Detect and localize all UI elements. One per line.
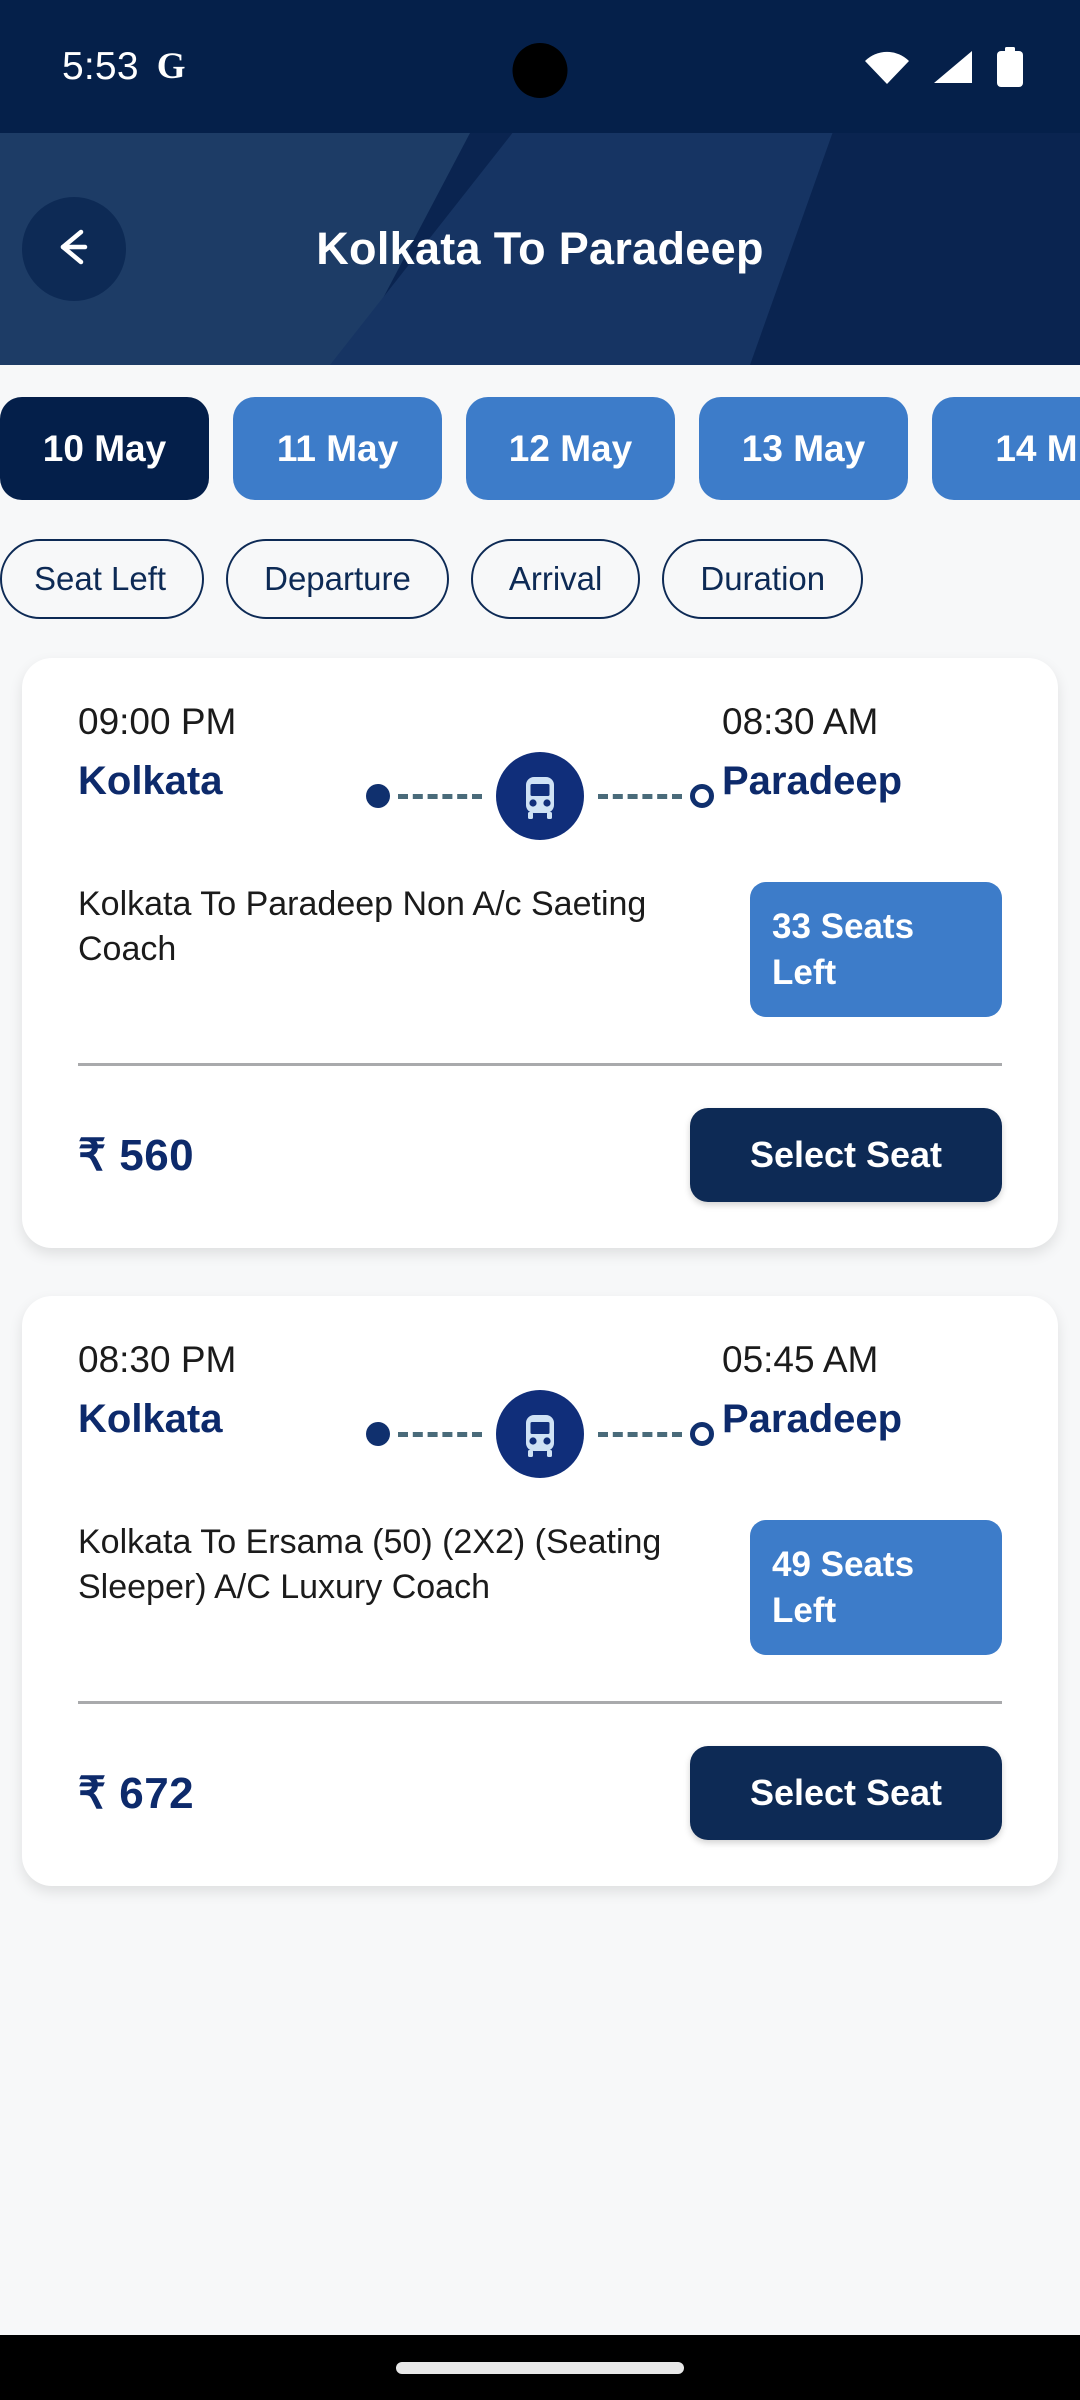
destination-city: Paradeep xyxy=(722,758,903,803)
date-chip-0[interactable]: 10 May xyxy=(0,397,209,500)
bus-detail-row: Kolkata To Paradeep Non A/c Saeting Coac… xyxy=(78,882,1002,1017)
filter-chip-duration[interactable]: Duration xyxy=(662,539,864,619)
route-dash-left xyxy=(398,793,482,799)
date-chip-2[interactable]: 12 May xyxy=(466,397,675,500)
gesture-home-pill[interactable] xyxy=(396,2361,684,2374)
departure-time: 08:30 PM xyxy=(78,1339,237,1380)
filter-chip-arrival[interactable]: Arrival xyxy=(470,539,641,619)
route-summary-row: 09:00 PM Kolkata 08:30 AM Paradeep xyxy=(78,701,1002,840)
origin-dot-icon xyxy=(366,1422,390,1446)
bus-detail-row: Kolkata To Ersama (50) (2X2) (Seating Sl… xyxy=(78,1520,1002,1655)
price-action-row: ₹ 672 Select Seat xyxy=(78,1746,1002,1840)
camera-punch-hole xyxy=(512,43,568,98)
route-origin-block: 09:00 PM Kolkata xyxy=(78,701,358,803)
origin-city: Kolkata xyxy=(78,758,223,803)
select-seat-button[interactable]: Select Seat xyxy=(690,1108,1002,1202)
back-button[interactable] xyxy=(22,197,126,301)
fare-price: ₹ 672 xyxy=(78,1768,195,1818)
destination-dot-icon xyxy=(690,1422,714,1446)
cellular-signal-icon xyxy=(932,50,974,84)
wifi-icon xyxy=(864,50,910,84)
date-chip-4[interactable]: 14 M xyxy=(932,397,1080,500)
system-navigation-bar xyxy=(0,2335,1080,2400)
bus-icon xyxy=(496,1390,584,1478)
departure-time: 09:00 PM xyxy=(78,701,237,742)
bus-card[interactable]: 08:30 PM Kolkata 05:45 AM Paradeep Kolka… xyxy=(22,1296,1058,1886)
google-app-icon: G xyxy=(156,46,186,87)
route-graphic xyxy=(358,1340,722,1478)
date-filter-strip[interactable]: 10 May 11 May 12 May 13 May 14 M xyxy=(0,365,1080,500)
card-divider xyxy=(78,1701,1002,1704)
card-divider xyxy=(78,1063,1002,1066)
bus-icon xyxy=(496,752,584,840)
date-chip-1[interactable]: 11 May xyxy=(233,397,442,500)
seats-left-badge: 49 Seats Left xyxy=(750,1520,1002,1655)
route-dash-right xyxy=(598,793,682,799)
origin-city: Kolkata xyxy=(78,1396,223,1441)
select-seat-button[interactable]: Select Seat xyxy=(690,1746,1002,1840)
route-dash-right xyxy=(598,1431,682,1437)
route-destination-block: 05:45 AM Paradeep xyxy=(722,1339,1002,1441)
status-bar: 5:53 G xyxy=(0,0,1080,133)
date-chip-3[interactable]: 13 May xyxy=(699,397,908,500)
status-bar-left: 5:53 G xyxy=(62,45,186,89)
destination-city: Paradeep xyxy=(722,1396,903,1441)
arrow-left-icon xyxy=(49,222,99,277)
status-bar-clock: 5:53 xyxy=(62,44,139,88)
sort-filter-strip[interactable]: Seat Left Departure Arrival Duration xyxy=(0,500,1080,619)
bus-results-list: 09:00 PM Kolkata 08:30 AM Paradeep Kolka… xyxy=(0,619,1080,1886)
arrival-time: 08:30 AM xyxy=(722,701,879,742)
route-summary-row: 08:30 PM Kolkata 05:45 AM Paradeep xyxy=(78,1339,1002,1478)
bus-name: Kolkata To Ersama (50) (2X2) (Seating Sl… xyxy=(78,1523,662,1607)
arrival-time: 05:45 AM xyxy=(722,1339,879,1380)
seats-left-badge: 33 Seats Left xyxy=(750,882,1002,1017)
fare-price: ₹ 560 xyxy=(78,1130,195,1180)
bus-card[interactable]: 09:00 PM Kolkata 08:30 AM Paradeep Kolka… xyxy=(22,658,1058,1248)
origin-dot-icon xyxy=(366,784,390,808)
battery-icon xyxy=(996,46,1024,87)
route-origin-block: 08:30 PM Kolkata xyxy=(78,1339,358,1441)
phone-screen: 5:53 G Kolkata To Paradeep 10 May 11 May… xyxy=(0,0,1080,2400)
status-bar-right xyxy=(864,46,1024,87)
bus-name: Kolkata To Paradeep Non A/c Saeting Coac… xyxy=(78,885,647,969)
price-action-row: ₹ 560 Select Seat xyxy=(78,1108,1002,1202)
app-header: Kolkata To Paradeep xyxy=(0,133,1080,365)
route-dash-left xyxy=(398,1431,482,1437)
filter-chip-departure[interactable]: Departure xyxy=(226,539,449,619)
destination-dot-icon xyxy=(690,784,714,808)
route-graphic xyxy=(358,702,722,840)
page-title: Kolkata To Paradeep xyxy=(316,223,764,274)
route-destination-block: 08:30 AM Paradeep xyxy=(722,701,1002,803)
filter-chip-seat-left[interactable]: Seat Left xyxy=(0,539,205,619)
